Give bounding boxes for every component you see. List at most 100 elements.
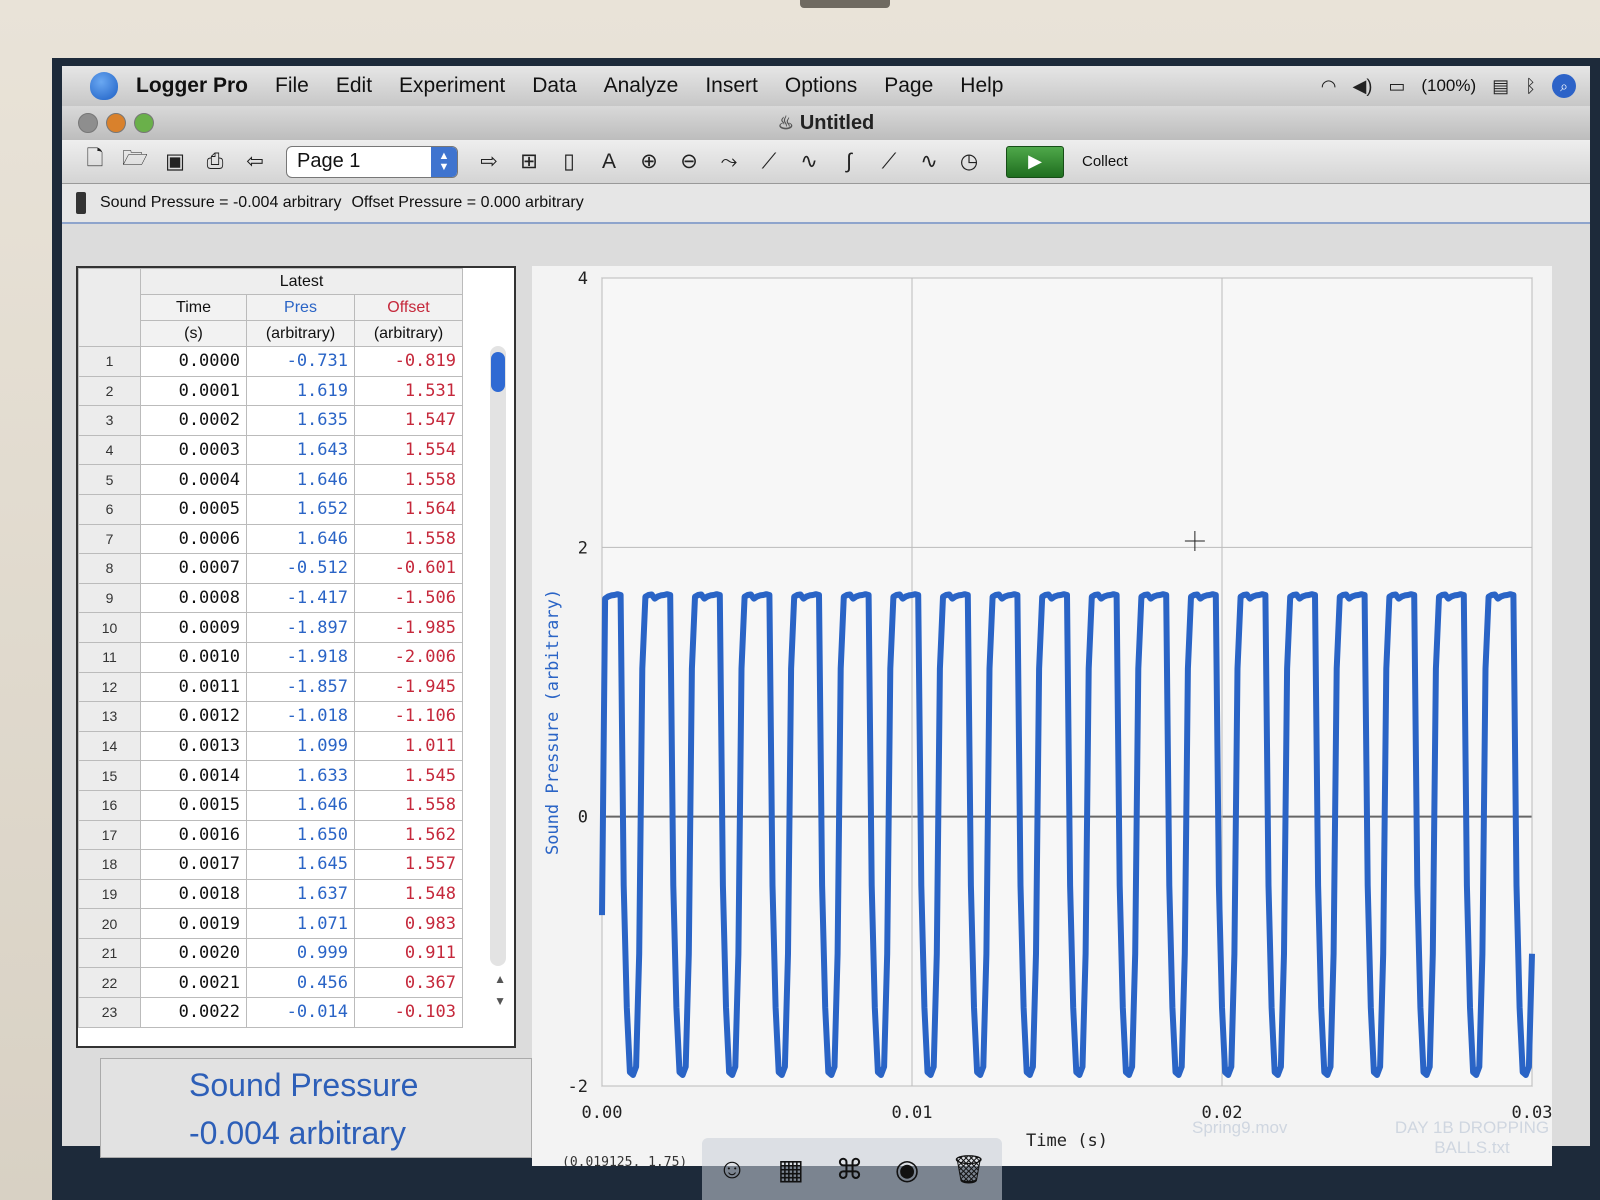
zoom-out-icon[interactable]: ⊖: [674, 147, 704, 177]
cell-offset[interactable]: 1.554: [354, 434, 463, 466]
volume-icon[interactable]: ◀): [1353, 76, 1373, 97]
statistics-icon[interactable]: ∿: [794, 147, 824, 177]
cell-pres[interactable]: 1.071: [246, 908, 355, 939]
cell-offset[interactable]: -2.006: [354, 641, 463, 673]
table-row[interactable]: 2 0.0001 1.619 1.531: [78, 375, 463, 407]
wifi-icon[interactable]: ◠: [1321, 76, 1337, 97]
menu-experiment[interactable]: Experiment: [399, 74, 505, 98]
next-page-icon[interactable]: ⇨: [474, 147, 504, 177]
battery-percent[interactable]: (100%): [1421, 76, 1476, 96]
cell-pres[interactable]: 1.633: [246, 760, 355, 791]
scroll-arrows-icon[interactable]: ▲ ▼: [494, 968, 506, 1012]
cell-time[interactable]: 0.0022: [140, 997, 247, 1028]
table-row[interactable]: 9 0.0008 -1.417 -1.506: [78, 582, 463, 614]
linear-fit-icon[interactable]: ⟋: [874, 147, 904, 177]
cell-time[interactable]: 0.0007: [140, 553, 247, 584]
cell-time[interactable]: 0.0014: [140, 760, 247, 791]
menu-app-name[interactable]: Logger Pro: [136, 74, 248, 98]
cell-pres[interactable]: 1.645: [246, 849, 355, 880]
cell-pres[interactable]: -0.014: [246, 997, 355, 1028]
column-header-time[interactable]: Time: [140, 294, 247, 321]
cell-time[interactable]: 0.0021: [140, 967, 247, 999]
spotlight-search-icon[interactable]: ⌕: [1552, 74, 1576, 98]
sensor-icon[interactable]: [76, 192, 86, 214]
calendar-icon[interactable]: ▦: [778, 1153, 804, 1186]
cell-offset[interactable]: -0.601: [354, 553, 463, 584]
table-row[interactable]: 16 0.0015 1.646 1.558: [78, 789, 463, 821]
table-row[interactable]: 10 0.0009 -1.897 -1.985: [78, 612, 463, 643]
table-row[interactable]: 14 0.0013 1.099 1.011: [78, 730, 463, 762]
menu-page[interactable]: Page: [884, 74, 933, 98]
battery-icon[interactable]: ▭: [1388, 76, 1405, 97]
column-header-pres[interactable]: Pres: [246, 294, 355, 321]
cell-offset[interactable]: -1.506: [354, 582, 463, 614]
table-row[interactable]: 4 0.0003 1.643 1.554: [78, 434, 463, 466]
cell-time[interactable]: 0.0004: [140, 464, 247, 495]
table-row[interactable]: 12 0.0011 -1.857 -1.945: [78, 671, 463, 703]
cell-pres[interactable]: 0.999: [246, 937, 355, 969]
cell-pres[interactable]: 1.652: [246, 493, 355, 525]
cell-time[interactable]: 0.0006: [140, 523, 247, 555]
desktop-file-drop-balls[interactable]: DAY 1B DROPPING BALLS.txt: [1382, 1118, 1562, 1158]
print-icon[interactable]: ⎙: [200, 147, 230, 177]
menu-help[interactable]: Help: [960, 74, 1003, 98]
cell-pres[interactable]: 1.650: [246, 819, 355, 851]
cell-time[interactable]: 0.0017: [140, 849, 247, 880]
menu-options[interactable]: Options: [785, 74, 857, 98]
cell-time[interactable]: 0.0001: [140, 375, 247, 407]
cell-pres[interactable]: 1.646: [246, 523, 355, 555]
cell-offset[interactable]: -1.106: [354, 701, 463, 732]
cell-offset[interactable]: 1.547: [354, 405, 463, 436]
cell-offset[interactable]: 0.911: [354, 937, 463, 969]
cell-offset[interactable]: 1.558: [354, 464, 463, 495]
table-row[interactable]: 23 0.0022 -0.014 -0.103: [78, 997, 463, 1028]
cell-time[interactable]: 0.0020: [140, 937, 247, 969]
table-row[interactable]: 18 0.0017 1.645 1.557: [78, 849, 463, 880]
lab-interface-icon[interactable]: ▯: [554, 147, 584, 177]
cell-pres[interactable]: -1.417: [246, 582, 355, 614]
cell-time[interactable]: 0.0011: [140, 671, 247, 703]
cell-offset[interactable]: -0.819: [354, 346, 463, 377]
previous-page-icon[interactable]: ⇦: [240, 147, 270, 177]
menu-file[interactable]: File: [275, 74, 309, 98]
cell-time[interactable]: 0.0013: [140, 730, 247, 762]
collect-play-icon[interactable]: ▶: [1006, 145, 1064, 178]
cell-time[interactable]: 0.0005: [140, 493, 247, 525]
cell-offset[interactable]: -1.945: [354, 671, 463, 703]
table-scroll-thumb[interactable]: [491, 352, 505, 392]
table-row[interactable]: 21 0.0020 0.999 0.911: [78, 937, 463, 969]
cell-pres[interactable]: -1.857: [246, 671, 355, 703]
cell-offset[interactable]: 0.983: [354, 908, 463, 939]
cell-pres[interactable]: -0.731: [246, 346, 355, 377]
table-row[interactable]: 6 0.0005 1.652 1.564: [78, 493, 463, 525]
table-row[interactable]: 3 0.0002 1.635 1.547: [78, 405, 463, 436]
cell-pres[interactable]: 1.099: [246, 730, 355, 762]
cell-offset[interactable]: 0.367: [354, 967, 463, 999]
open-folder-icon[interactable]: 🗁: [120, 147, 150, 177]
cell-offset[interactable]: 1.558: [354, 789, 463, 821]
menu-analyze[interactable]: Analyze: [604, 74, 679, 98]
cell-pres[interactable]: 1.646: [246, 464, 355, 495]
cell-pres[interactable]: 1.646: [246, 789, 355, 821]
cell-pres[interactable]: -1.897: [246, 612, 355, 643]
cell-offset[interactable]: 1.548: [354, 878, 463, 910]
table-row[interactable]: 11 0.0010 -1.918 -2.006: [78, 641, 463, 673]
table-row[interactable]: 13 0.0012 -1.018 -1.106: [78, 701, 463, 732]
save-icon[interactable]: ▣: [160, 147, 190, 177]
apple-menu-icon[interactable]: [90, 72, 118, 100]
cell-time[interactable]: 0.0018: [140, 878, 247, 910]
cell-pres[interactable]: 1.637: [246, 878, 355, 910]
cell-offset[interactable]: 1.562: [354, 819, 463, 851]
menu-edit[interactable]: Edit: [336, 74, 372, 98]
cell-offset[interactable]: 1.564: [354, 493, 463, 525]
trash-icon[interactable]: 🗑: [951, 1153, 987, 1186]
collect-button[interactable]: Collect: [1082, 153, 1128, 170]
utilities-icon[interactable]: ⌘: [836, 1153, 864, 1186]
cell-offset[interactable]: 1.011: [354, 730, 463, 762]
cell-time[interactable]: 0.0016: [140, 819, 247, 851]
table-row[interactable]: 8 0.0007 -0.512 -0.601: [78, 553, 463, 584]
table-icon[interactable]: ⊞: [514, 147, 544, 177]
menu-insert[interactable]: Insert: [705, 74, 758, 98]
new-file-icon[interactable]: 🗋: [80, 147, 110, 177]
integral-icon[interactable]: ∫: [834, 147, 864, 177]
